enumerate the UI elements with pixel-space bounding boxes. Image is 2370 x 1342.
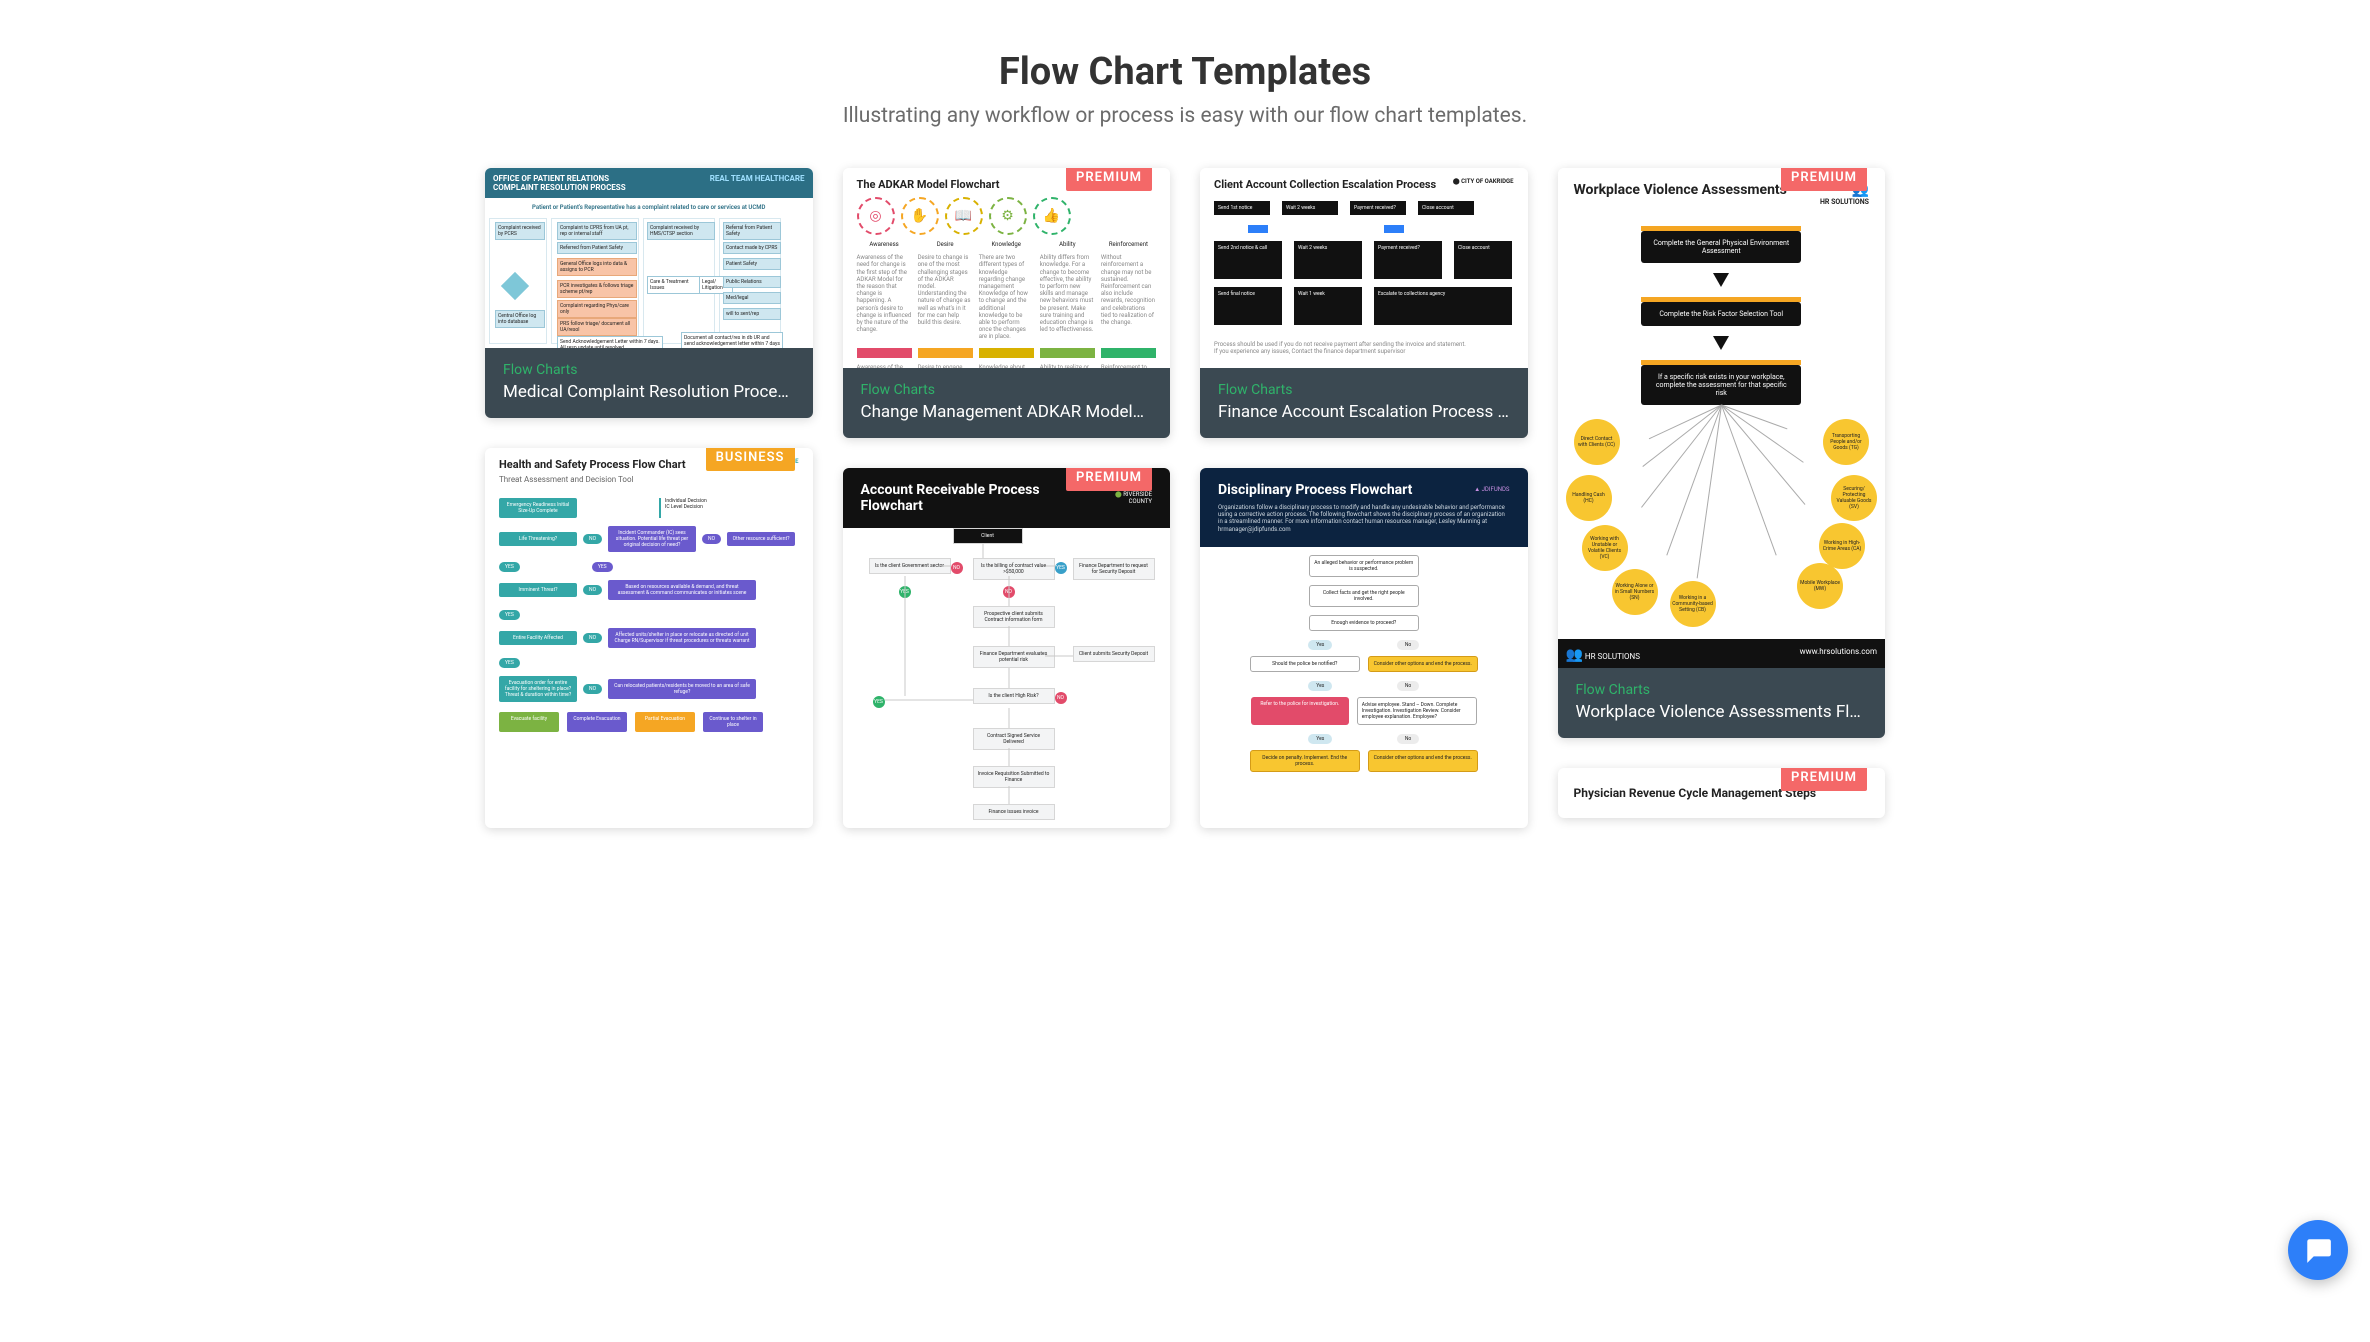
template-thumbnail: Disciplinary Process Flowchart ▲ JDIFUND…: [1200, 468, 1528, 828]
template-card-health-safety[interactable]: BUSINESS Health and Safety Process Flow …: [485, 448, 813, 828]
template-thumbnail: Account Receivable Process Flowchart ⬤ R…: [843, 468, 1171, 828]
badge-premium: PREMIUM: [1066, 468, 1152, 491]
grid-col-3: Client Account Collection Escalation Pro…: [1200, 168, 1528, 828]
template-card-finance-escalation[interactable]: Client Account Collection Escalation Pro…: [1200, 168, 1528, 438]
template-thumbnail: Client Account Collection Escalation Pro…: [1200, 168, 1528, 368]
people-icon: 👥: [1566, 647, 1583, 663]
template-card-medical-complaint[interactable]: OFFICE OF PATIENT RELATIONS COMPLAINT RE…: [485, 168, 813, 418]
template-thumbnail: Health and Safety Process Flow Chart Thr…: [485, 448, 813, 828]
badge-premium: PREMIUM: [1781, 768, 1867, 791]
thumb-header: OFFICE OF PATIENT RELATIONS COMPLAINT RE…: [485, 168, 813, 198]
card-footer: Flow Charts Workplace Violence Assessmen…: [1558, 668, 1886, 738]
card-category: Flow Charts: [1218, 382, 1510, 398]
badge-business: BUSINESS: [706, 448, 795, 471]
card-title: Finance Account Escalation Process …: [1218, 402, 1510, 422]
card-title: Medical Complaint Resolution Proce…: [503, 382, 795, 402]
template-card-disciplinary[interactable]: Disciplinary Process Flowchart ▲ JDIFUND…: [1200, 468, 1528, 828]
card-title: Workplace Violence Assessments Fl…: [1576, 702, 1868, 722]
thumb-body: Patient or Patient's Representative has …: [485, 198, 813, 348]
template-thumbnail: The ADKAR Model Flowchart ◎ ✋ 📖 ⚙ 👍 Awar…: [843, 168, 1171, 368]
card-footer: Flow Charts Change Management ADKAR Mode…: [843, 368, 1171, 438]
page-subtitle: Illustrating any workflow or process is …: [0, 104, 2370, 128]
templates-grid: OFFICE OF PATIENT RELATIONS COMPLAINT RE…: [465, 168, 1905, 828]
card-footer: Flow Charts Medical Complaint Resolution…: [485, 348, 813, 418]
template-card-physician-revenue[interactable]: PREMIUM Physician Revenue Cycle Manageme…: [1558, 768, 1886, 818]
template-card-workplace-violence[interactable]: PREMIUM Workplace Violence Assessments 👥…: [1558, 168, 1886, 738]
chat-launcher-button[interactable]: [2288, 1220, 2348, 1280]
chat-icon: [2303, 1235, 2333, 1265]
card-category: Flow Charts: [1576, 682, 1868, 698]
page-title: Flow Chart Templates: [0, 50, 2370, 94]
grid-col-4: PREMIUM Workplace Violence Assessments 👥…: [1558, 168, 1886, 818]
template-card-account-receivable[interactable]: PREMIUM Account Receivable Process Flowc…: [843, 468, 1171, 828]
templates-page: Flow Chart Templates Illustrating any wo…: [0, 0, 2370, 1342]
card-footer: Flow Charts Finance Account Escalation P…: [1200, 368, 1528, 438]
grid-col-1: OFFICE OF PATIENT RELATIONS COMPLAINT RE…: [485, 168, 813, 828]
card-title: Change Management ADKAR Model…: [861, 402, 1153, 422]
template-thumbnail: OFFICE OF PATIENT RELATIONS COMPLAINT RE…: [485, 168, 813, 348]
card-category: Flow Charts: [503, 362, 795, 378]
grid-col-2: PREMIUM The ADKAR Model Flowchart ◎ ✋ 📖 …: [843, 168, 1171, 828]
template-thumbnail: Workplace Violence Assessments 👥 HR SOLU…: [1558, 168, 1886, 668]
badge-premium: PREMIUM: [1066, 168, 1152, 191]
badge-premium: PREMIUM: [1781, 168, 1867, 191]
page-heading: Flow Chart Templates Illustrating any wo…: [0, 0, 2370, 128]
template-card-adkar[interactable]: PREMIUM The ADKAR Model Flowchart ◎ ✋ 📖 …: [843, 168, 1171, 438]
card-category: Flow Charts: [861, 382, 1153, 398]
